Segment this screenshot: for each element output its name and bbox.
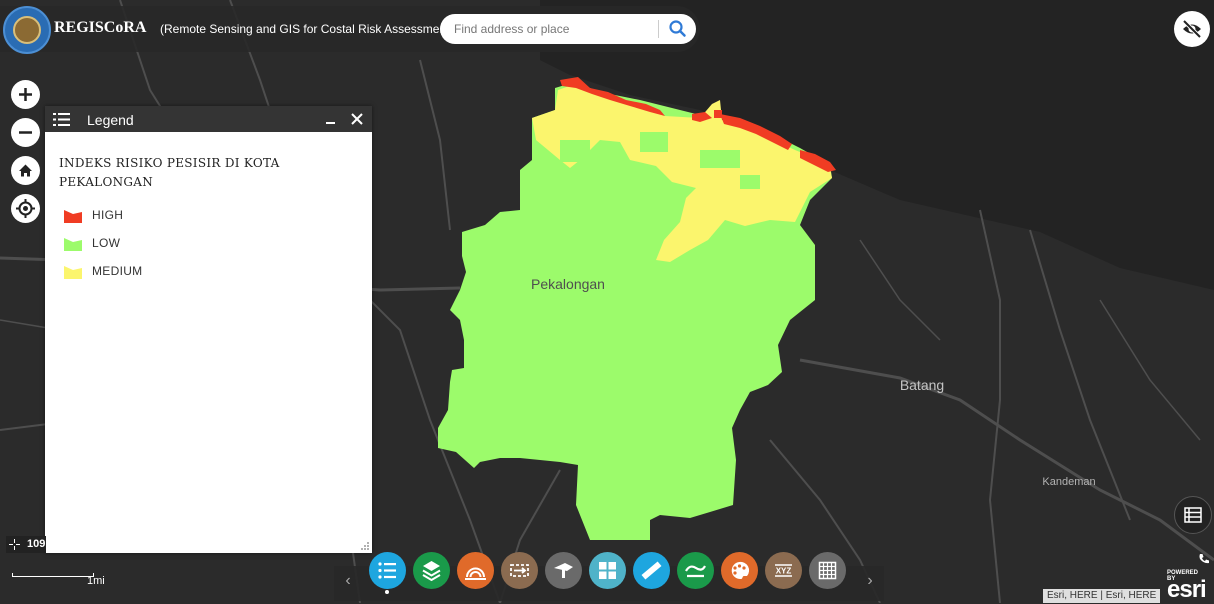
coordinate-widget[interactable]: 109 [6, 536, 46, 553]
legend-panel: Legend INDEKS RISIKO PESISIR DI KOTA PEK… [45, 106, 372, 553]
map-attribution: Esri, HERE | Esri, HERE [1043, 589, 1161, 603]
search-icon [669, 20, 686, 37]
legend-item-high: HIGH [63, 206, 263, 224]
coordinate-readout: 109 [27, 538, 46, 550]
phone-icon [1199, 554, 1209, 564]
query-icon [554, 563, 573, 578]
tool-print-button[interactable] [721, 552, 758, 589]
locate-icon [16, 199, 35, 218]
minus-icon [19, 131, 32, 134]
zoom-out-button[interactable] [11, 118, 40, 147]
tool-coordinate-xyz-button[interactable]: XYZ [765, 552, 802, 589]
attribute-table-button[interactable] [1174, 496, 1212, 534]
tool-grid-overlay-button[interactable] [809, 552, 846, 589]
xyz-label: XYZ [776, 567, 792, 576]
layers-icon [422, 561, 441, 582]
scale-label: 1mi [87, 575, 105, 587]
tool-swipe-button[interactable] [501, 552, 538, 589]
tool-legend-button[interactable] [369, 552, 406, 589]
legend-minimize-button[interactable] [323, 109, 339, 129]
tool-analysis-button[interactable] [677, 552, 714, 589]
home-button[interactable] [11, 156, 40, 185]
plus-icon [19, 88, 32, 101]
legend-layer-heading: INDEKS RISIKO PESISIR DI KOTA PEKALONGAN [59, 156, 280, 189]
crosshair-icon [9, 539, 20, 550]
analysis-icon [685, 565, 706, 578]
place-label-pekalongan: Pekalongan [531, 276, 605, 292]
list-icon [53, 113, 70, 126]
legend-label-medium: MEDIUM [92, 264, 143, 278]
app-title: REGISCoRA [54, 19, 147, 36]
table-icon [1184, 507, 1202, 523]
legend-swatch-high [64, 210, 82, 223]
grid-tiles-icon [599, 562, 616, 579]
zoom-in-button[interactable] [11, 80, 40, 109]
legend-close-button[interactable] [347, 109, 367, 129]
legend-swatch-medium [64, 266, 82, 279]
eye-off-icon [1182, 19, 1202, 39]
legend-title: Legend [87, 112, 134, 128]
legend-item-low: LOW [63, 234, 263, 252]
emblem-icon [13, 16, 41, 44]
search-divider [658, 20, 659, 38]
search-button[interactable] [665, 18, 689, 40]
active-tool-indicator [385, 590, 389, 594]
search-box [440, 14, 696, 44]
app-logo [3, 6, 51, 54]
legend-label-low: LOW [92, 236, 121, 250]
tool-layer-list-button[interactable] [413, 552, 450, 589]
legend-swatch-low [64, 238, 82, 251]
tool-measurement-button[interactable] [633, 552, 670, 589]
tool-basemap-gallery-button[interactable] [457, 552, 494, 589]
place-label-kandeman: Kandeman [1042, 476, 1095, 488]
esri-wordmark: esri [1167, 576, 1207, 603]
home-icon [19, 164, 32, 177]
search-input[interactable] [452, 21, 656, 37]
xyz-icon: XYZ [775, 564, 792, 577]
swipe-icon [510, 564, 529, 577]
legend-item-medium: MEDIUM [63, 262, 263, 280]
place-label-batang: Batang [900, 377, 944, 393]
close-icon [351, 113, 363, 125]
resize-handle-icon[interactable] [360, 541, 370, 551]
visibility-toggle-button[interactable] [1174, 11, 1210, 47]
toolbar-prev-button[interactable]: ‹ [338, 572, 358, 590]
ruler-icon [641, 561, 662, 580]
tool-query-button[interactable] [545, 552, 582, 589]
grid-icon [818, 561, 837, 580]
toolbar-next-button[interactable]: › [860, 572, 880, 590]
legend-header: Legend [45, 106, 372, 132]
my-location-button[interactable] [11, 194, 40, 223]
legend-label-high: HIGH [92, 208, 124, 222]
tool-dashboard-button[interactable] [589, 552, 626, 589]
minimize-icon [326, 122, 335, 124]
palette-icon [731, 561, 750, 580]
scale-bar [12, 573, 94, 577]
basemap-icon [465, 567, 486, 580]
legend-list-icon [378, 562, 396, 579]
app-subtitle: (Remote Sensing and GIS for Costal Risk … [160, 22, 454, 36]
